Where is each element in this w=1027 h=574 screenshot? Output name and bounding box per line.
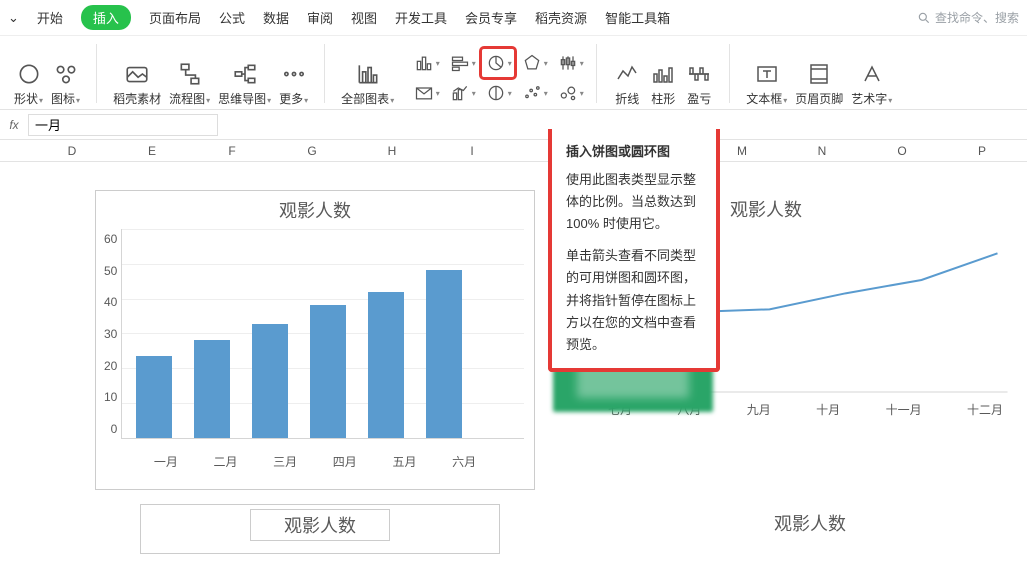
- search-icon: [917, 11, 931, 25]
- combo-chart-button[interactable]: ▾: [446, 79, 478, 107]
- area-chart-button[interactable]: ▾: [410, 79, 442, 107]
- menu-formulas[interactable]: 公式: [219, 8, 245, 27]
- textbox-button[interactable]: 文本框▾: [746, 60, 787, 107]
- col-N[interactable]: N: [782, 140, 862, 161]
- more-button[interactable]: 更多▾: [279, 60, 308, 107]
- combo-chart-icon: [449, 83, 471, 103]
- textbox-icon: [755, 62, 779, 86]
- header-footer-button[interactable]: 页眉页脚: [795, 60, 843, 107]
- gallery-icon: [124, 61, 150, 87]
- horizontal-bar-icon: [449, 53, 471, 73]
- bar-horizontal-button[interactable]: ▾: [446, 49, 478, 77]
- col-I[interactable]: I: [432, 140, 512, 161]
- stock-chart-button[interactable]: ▾: [554, 49, 586, 77]
- sparkline-line-button[interactable]: 折线: [613, 60, 641, 107]
- pie-chart-tooltip: 插入饼图或圆环图 使用此图表类型显示整体的比例。当总数达到 100% 时使用它。…: [548, 129, 720, 372]
- bar: [368, 292, 404, 438]
- menu-review[interactable]: 审阅: [307, 8, 333, 27]
- sparkline-winloss-button[interactable]: 盈亏: [685, 60, 713, 107]
- pie-chart-button[interactable]: ▾: [482, 49, 514, 77]
- mindmap-button[interactable]: 思维导图▾: [218, 60, 271, 107]
- column-chart-button[interactable]: ▾: [410, 49, 442, 77]
- menu-daoke[interactable]: 稻壳资源: [535, 8, 587, 27]
- sparkline-column-icon: [651, 62, 675, 86]
- tooltip-title: 插入饼图或圆环图: [566, 141, 702, 163]
- ribbon-insert: 形状▾ 图标▾ 稻壳素材 流程图▾ 思维导图▾ 更多▾ 全部图表▾: [0, 36, 1027, 110]
- worksheet-area[interactable]: 观影人数 60 50 40 30 20 10 0 一月二月三月四月五月六月 观影…: [0, 162, 1027, 574]
- col-D[interactable]: D: [32, 140, 112, 161]
- bar-chart-2[interactable]: 观影人数: [140, 504, 500, 554]
- bar-xaxis: 一月二月三月四月五月六月: [96, 449, 534, 470]
- radar-chart-button[interactable]: ▾: [518, 49, 550, 77]
- bubble-icon: [557, 83, 579, 103]
- column-chart-icon: [413, 53, 435, 73]
- col-F[interactable]: F: [192, 140, 272, 161]
- col-E[interactable]: E: [112, 140, 192, 161]
- formula-input[interactable]: [28, 114, 218, 136]
- sparkline-column-button[interactable]: 柱形: [649, 60, 677, 107]
- pie-chart-icon: [485, 53, 507, 73]
- chart-title: 观影人数: [96, 191, 534, 229]
- flowchart-icon: [177, 61, 203, 87]
- file-dropdown[interactable]: ⌄: [8, 10, 19, 26]
- menu-insert[interactable]: 插入: [81, 5, 131, 30]
- bar-chart-icon: [355, 61, 381, 87]
- col-G[interactable]: G: [272, 140, 352, 161]
- menu-page-layout[interactable]: 页面布局: [149, 8, 201, 27]
- icons-button[interactable]: 图标▾: [51, 60, 80, 107]
- menu-view[interactable]: 视图: [351, 8, 377, 27]
- col-H[interactable]: H: [352, 140, 432, 161]
- formula-bar: fx: [0, 110, 1027, 140]
- search-placeholder-text: 查找命令、搜索: [935, 9, 1019, 26]
- scatter-chart-button[interactable]: ▾: [518, 79, 550, 107]
- sparkline-winloss-icon: [687, 62, 711, 86]
- scatter-icon: [521, 83, 543, 103]
- menu-bar: ⌄ 开始 插入 页面布局 公式 数据 审阅 视图 开发工具 会员专享 稻壳资源 …: [0, 0, 1027, 36]
- menu-member[interactable]: 会员专享: [465, 8, 517, 27]
- doughnut-icon: [485, 83, 507, 103]
- doughnut-chart-button[interactable]: ▾: [482, 79, 514, 107]
- column-headers: D E F G H I J M N O P: [0, 140, 1027, 162]
- radar-icon: [521, 53, 543, 73]
- menu-devtools[interactable]: 开发工具: [395, 8, 447, 27]
- shapes-button[interactable]: 形状▾: [14, 60, 43, 107]
- candlestick-icon: [557, 53, 579, 73]
- mindmap-icon: [232, 61, 258, 87]
- bar: [194, 340, 230, 438]
- wordart-icon: [860, 62, 884, 86]
- bubble-chart-button[interactable]: ▾: [554, 79, 586, 107]
- shapes-icon: [16, 61, 42, 87]
- more-icon: [281, 61, 307, 87]
- menu-start[interactable]: 开始: [37, 8, 63, 27]
- menu-data[interactable]: 数据: [263, 8, 289, 27]
- bar-chart-3[interactable]: 观影人数: [630, 504, 990, 554]
- envelope-icon: [413, 83, 435, 103]
- tooltip-body-1: 使用此图表类型显示整体的比例。当总数达到 100% 时使用它。: [566, 169, 702, 235]
- col-O[interactable]: O: [862, 140, 942, 161]
- bar-chart[interactable]: 观影人数 60 50 40 30 20 10 0 一月二月三月四月五月六月: [95, 190, 535, 490]
- bar: [252, 324, 288, 438]
- all-charts-button[interactable]: 全部图表▾: [341, 60, 394, 107]
- bar-plot-area: [121, 229, 524, 439]
- col-P[interactable]: P: [942, 140, 1022, 161]
- bar-yaxis: 60 50 40 30 20 10 0: [100, 229, 121, 439]
- bar: [310, 305, 346, 438]
- bar: [136, 356, 172, 438]
- command-search[interactable]: 查找命令、搜索: [917, 9, 1019, 26]
- tooltip-body-2: 单击箭头查看不同类型的可用饼图和圆环图，并将指针暂停在图标上方以在您的文档中查看…: [566, 245, 702, 355]
- sparkline-line-icon: [615, 62, 639, 86]
- wordart-button[interactable]: 艺术字▾: [851, 60, 892, 107]
- menu-smarttools[interactable]: 智能工具箱: [605, 8, 670, 27]
- flowchart-button[interactable]: 流程图▾: [169, 60, 210, 107]
- fx-label: fx: [0, 118, 28, 132]
- smarticons-icon: [53, 61, 79, 87]
- bar: [426, 270, 462, 438]
- daoke-button[interactable]: 稻壳素材: [113, 60, 161, 107]
- header-footer-icon: [807, 62, 831, 86]
